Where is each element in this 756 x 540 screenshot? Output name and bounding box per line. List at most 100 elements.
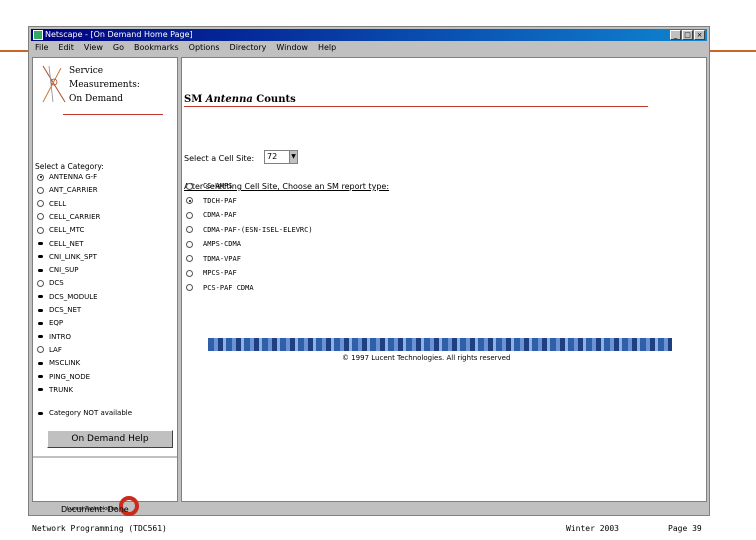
category-radio[interactable] [37,279,44,287]
footer-page: Page 39 [668,524,702,533]
menu-bar: File Edit View Go Bookmarks Options Dire… [31,41,707,54]
cell-site-label: Select a Cell Site: [184,154,255,163]
category-label: INTRO [49,332,71,341]
copyright-text: © 1997 Lucent Technologies. All rights r… [342,354,511,362]
category-item[interactable]: ANTENNA G-F [37,172,97,182]
unavailable-bullet-icon [38,255,43,259]
unavailable-bullet-icon [38,361,43,365]
category-item[interactable]: ANT_CARRIER [37,185,98,195]
category-item: CELL_NET [37,239,84,249]
menu-help[interactable]: Help [318,41,336,54]
category-radio[interactable] [37,346,44,354]
chevron-down-icon[interactable]: ▼ [289,151,297,163]
report-type-label: CS-AMPS [203,182,233,190]
menu-go[interactable]: Go [113,41,124,54]
on-demand-help-button[interactable]: On Demand Help [47,430,173,448]
category-label: ANTENNA G-F [49,173,98,181]
menu-edit[interactable]: Edit [58,41,74,54]
report-type-item[interactable]: AMPS-CDMA [186,238,241,250]
category-item[interactable]: CELL_CARRIER [37,212,100,222]
cell-site-select[interactable]: 72 ▼ [264,150,298,164]
report-type-item[interactable]: CDMA-PAF-(ESN-ISEL-ELEVRC) [186,224,313,236]
category-label: DCS_NET [49,306,82,314]
window-title: Netscape - [On Demand Home Page] [45,30,193,39]
category-label: LAF [49,345,62,354]
browser-window: Netscape - [On Demand Home Page] _ □ × F… [28,26,710,516]
report-type-radio[interactable] [186,182,193,190]
category-item[interactable]: CELL_MTC [37,225,84,235]
category-radio[interactable] [37,213,44,221]
report-type-radio[interactable] [186,211,193,219]
category-item: DCS_MODULE [37,292,98,302]
category-label: PING_NODE [49,372,91,381]
category-radio[interactable] [37,226,44,234]
report-type-radio[interactable] [186,197,193,204]
minimize-button[interactable]: _ [670,30,681,40]
menu-bookmarks[interactable]: Bookmarks [134,41,179,54]
maximize-button[interactable]: □ [682,30,693,40]
menu-window[interactable]: Window [276,41,308,54]
category-item: INTRO [37,332,71,342]
netscape-logo-icon [33,30,43,40]
category-item[interactable]: CELL [37,199,66,209]
report-type-item[interactable]: TDMA-VPAF [186,253,241,265]
report-type-radio[interactable] [186,255,193,262]
category-label: DCS [49,279,64,288]
report-type-label: TDCH-PAF [203,196,237,205]
frame-divider [33,456,177,458]
category-radio[interactable] [37,186,44,194]
status-bar: Document: Done [31,504,707,515]
title-underline [184,106,648,107]
report-type-label: CDMA-PAF [203,211,237,219]
category-label: EQP [49,319,64,328]
menu-file[interactable]: File [35,41,48,54]
report-type-item[interactable]: CDMA-PAF [186,209,237,221]
report-type-item[interactable]: MPCS-PAF [186,267,237,279]
report-type-radio[interactable] [186,240,193,248]
category-label: TRUNK [49,385,74,394]
unavailable-bullet-icon [38,388,43,392]
category-label: MSCLINK [49,359,81,368]
report-type-label: MPCS-PAF [203,269,237,277]
unavailable-bullet-icon [38,295,43,299]
category-title: Select a Category: [35,162,104,171]
menu-directory[interactable]: Directory [230,41,267,54]
unavailable-bullet-icon [38,308,43,312]
unavailable-bullet-icon [38,335,43,339]
left-frame: Service Measurements: On Demand Select a… [32,57,178,516]
report-type-item[interactable]: TDCH-PAF [186,195,237,207]
category-label: DCS_MODULE [49,292,98,301]
category-item[interactable]: DCS [37,278,64,288]
cell-site-value: 72 [267,152,278,161]
menu-view[interactable]: View [84,41,103,54]
category-item: EQP [37,318,63,328]
category-item: TRUNK [37,385,73,395]
report-type-radio[interactable] [186,269,193,277]
close-button[interactable]: × [694,30,705,40]
antenna-logo-icon [42,65,66,103]
category-item[interactable]: LAF [37,345,62,355]
report-type-label: CDMA-PAF-(ESN-ISEL-ELEVRC) [203,225,313,234]
page-title: SM Antenna Counts [184,94,296,105]
category-label: ANT_CARRIER [49,186,98,195]
unavailable-bullet-icon [38,321,43,325]
unavailable-bullet-icon [38,242,43,245]
category-item: CNI_LINK_SPT [37,252,97,262]
menu-options[interactable]: Options [189,41,220,54]
category-item: DCS_NET [37,305,81,315]
report-type-radio[interactable] [186,226,193,233]
category-radio[interactable] [37,173,44,181]
title-bar[interactable]: Netscape - [On Demand Home Page] _ □ × [31,29,707,41]
report-type-item[interactable]: CS-AMPS [186,180,233,192]
unavailable-bullet-icon [38,411,43,415]
footer-banner [208,338,672,351]
slide-rule-left [0,50,28,52]
report-type-radio[interactable] [186,284,193,291]
brand-underline [63,114,163,115]
category-radio[interactable] [37,200,44,208]
brand-line-1: Service [69,66,104,76]
category-label: CELL [49,199,67,208]
report-type-item[interactable]: PCS-PAF CDMA [186,282,254,294]
slide-rule-right [710,50,756,52]
category-label: CELL_CARRIER [49,212,101,221]
